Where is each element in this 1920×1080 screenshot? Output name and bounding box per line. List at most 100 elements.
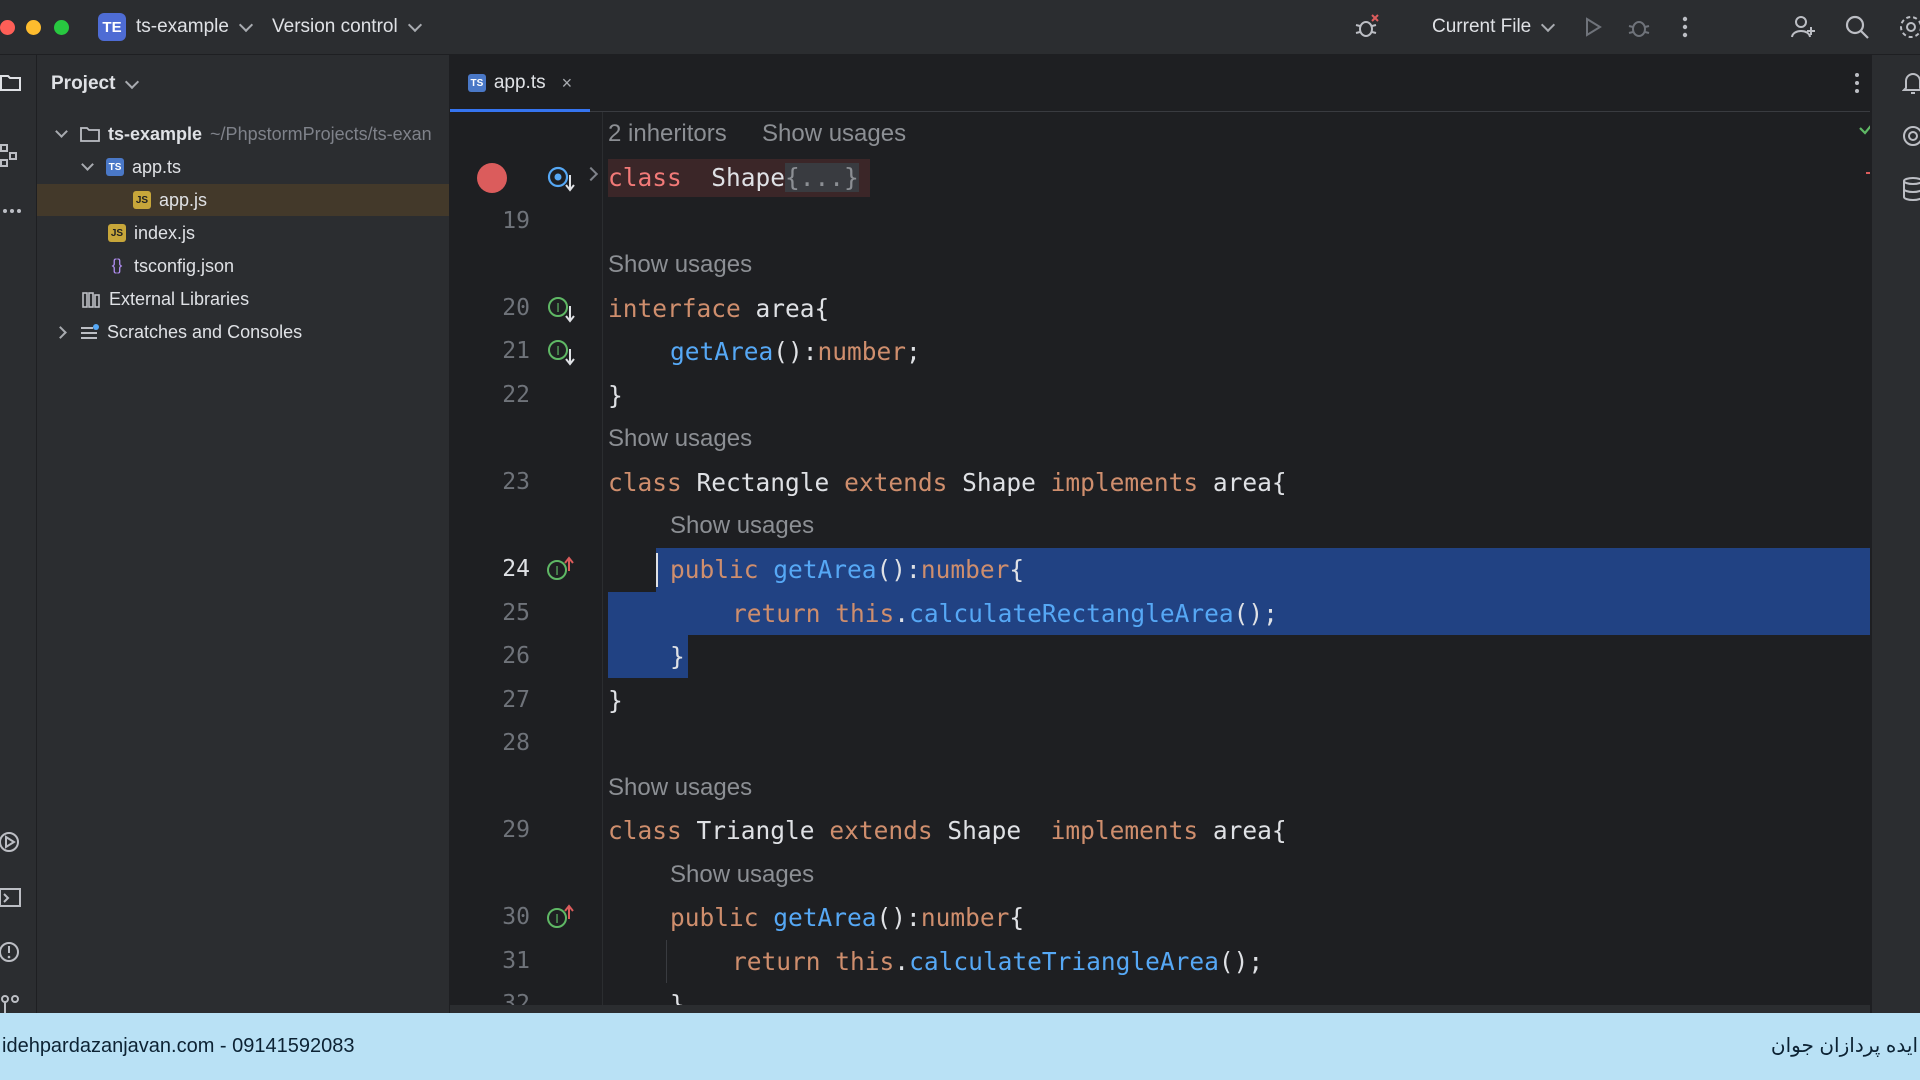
database-icon[interactable] (1902, 177, 1920, 206)
code-line: Show usages (450, 853, 1870, 896)
javascript-file-icon: JS (108, 224, 126, 242)
structure-icon[interactable] (0, 143, 22, 172)
search-icon[interactable] (1842, 12, 1872, 42)
implemented-interface-icon[interactable]: I (546, 294, 576, 324)
typescript-file-icon: TS (467, 74, 486, 92)
horizontal-scrollbar[interactable] (450, 1005, 1870, 1013)
breakpoint-icon[interactable] (477, 163, 507, 193)
code-line: Show usages (450, 766, 1870, 809)
chevron-down-icon (238, 17, 253, 32)
library-icon (82, 292, 100, 308)
implements-method-icon[interactable]: I (546, 555, 576, 585)
tree-item-app-js[interactable]: JS app.js (37, 184, 449, 216)
code-line: 27 } (450, 679, 1870, 722)
svg-text:I: I (556, 344, 560, 358)
keyword: implements (1050, 816, 1199, 845)
debug-icon[interactable] (1624, 12, 1654, 42)
line-number: 20 (502, 295, 530, 321)
svg-text:I: I (556, 301, 560, 315)
show-usages-hint[interactable]: Show usages (670, 504, 814, 547)
close-tab-icon[interactable]: × (562, 73, 573, 94)
code-line: 28 (450, 722, 1870, 765)
run-icon[interactable] (1578, 12, 1608, 42)
settings-gear-icon[interactable] (1896, 12, 1920, 42)
editor-options-icon[interactable] (1854, 72, 1860, 99)
left-tool-strip (0, 55, 37, 1013)
tree-item-external-libraries[interactable]: External Libraries (37, 283, 449, 315)
chevron-down-icon[interactable] (55, 124, 68, 138)
close-window-button[interactable] (0, 20, 15, 35)
tree-item-scratches[interactable]: Scratches and Consoles (37, 316, 449, 348)
chevron-down-icon[interactable] (81, 157, 94, 171)
code-line: 30 I public getArea():number{ (450, 896, 1870, 939)
tab-app-ts[interactable]: TS app.ts × (450, 55, 590, 112)
more-actions-icon[interactable] (1670, 12, 1700, 42)
code-line: 26 } (450, 635, 1870, 678)
code-line: 20 I interface area{ (450, 287, 1870, 330)
problems-icon[interactable] (0, 941, 22, 968)
run-configuration-selector[interactable]: Current File (1432, 0, 1556, 54)
code-editor[interactable]: 2 inheritors Show usages class Shape{...… (450, 112, 1870, 1013)
tree-item-tsconfig[interactable]: {} tsconfig.json (37, 250, 449, 282)
project-panel: Project ts-example ~/PhpstormProjects/ts… (37, 55, 450, 1013)
type-name: number (817, 337, 907, 366)
show-usages-hint[interactable]: Show usages (670, 853, 814, 896)
tree-item-app-ts[interactable]: TS app.ts (37, 151, 449, 183)
add-user-icon[interactable] (1788, 12, 1818, 42)
terminal-icon[interactable] (0, 887, 22, 914)
line-number: 25 (502, 600, 530, 626)
folder-icon[interactable] (0, 71, 22, 98)
chevron-down-icon (407, 17, 422, 32)
show-usages-hint[interactable]: Show usages (608, 766, 752, 809)
show-usages-hint[interactable]: Show usages (608, 243, 752, 286)
inspection-ok-icon[interactable] (1858, 120, 1870, 136)
maximize-window-button[interactable] (54, 20, 69, 35)
keyword: public (670, 555, 759, 584)
run-tool-icon[interactable] (0, 831, 22, 858)
more-tools-icon[interactable] (2, 201, 22, 219)
tree-item-index-js[interactable]: JS index.js (37, 217, 449, 249)
line-number: 28 (502, 730, 530, 756)
project-switcher[interactable]: TE ts-example (98, 0, 253, 54)
banner-contact-text: idehpardazanjavan.com - 09141592083 (2, 1035, 355, 1057)
keyword: this (835, 599, 895, 628)
debug-off-icon[interactable] (1352, 12, 1382, 42)
keyword: class (608, 816, 682, 845)
show-usages-hint[interactable]: Show usages (762, 112, 906, 155)
vcs-label: Version control (272, 16, 398, 37)
panel-title-label: Project (51, 73, 116, 94)
code-line: class Shape{...} (450, 156, 1870, 199)
svg-text:I: I (555, 564, 559, 578)
keyword: class (608, 163, 682, 192)
show-usages-hint[interactable]: Show usages (608, 417, 752, 460)
tree-item-label: tsconfig.json (134, 255, 235, 276)
line-number: 29 (502, 817, 530, 843)
svg-text:I: I (555, 912, 559, 926)
typescript-file-icon: TS (106, 158, 124, 176)
line-number: 22 (502, 382, 530, 408)
expand-fold-icon[interactable] (583, 166, 599, 182)
tree-item-label: Scratches and Consoles (107, 321, 303, 342)
tab-label: app.ts (493, 72, 546, 93)
code-line: 19 (450, 200, 1870, 243)
ai-assistant-icon[interactable] (1902, 125, 1920, 152)
vcs-menu[interactable]: Version control (272, 0, 422, 54)
keyword: interface (608, 294, 741, 323)
type-name: number (920, 555, 1010, 584)
minimize-window-button[interactable] (26, 20, 41, 35)
folded-region[interactable]: {...} (785, 163, 859, 192)
code-line: 24 I public getArea():number{ (450, 548, 1870, 591)
implemented-icon[interactable] (546, 163, 576, 193)
javascript-file-icon: JS (133, 191, 151, 209)
run-config-label: Current File (1432, 16, 1532, 37)
tree-item-root[interactable]: ts-example ~/PhpstormProjects/ts-exan (37, 118, 449, 150)
notifications-icon[interactable] (1901, 71, 1920, 100)
chevron-right-icon[interactable] (54, 325, 67, 339)
implemented-interface-icon[interactable]: I (546, 337, 576, 367)
code-line: 31 return this.calculateTriangleArea(); (450, 940, 1870, 983)
implements-method-icon[interactable]: I (546, 903, 576, 933)
project-panel-title[interactable]: Project (51, 73, 140, 95)
inheritors-hint[interactable]: 2 inheritors (608, 112, 727, 155)
code-line: Show usages (450, 243, 1870, 286)
line-number: 24 (502, 556, 530, 582)
